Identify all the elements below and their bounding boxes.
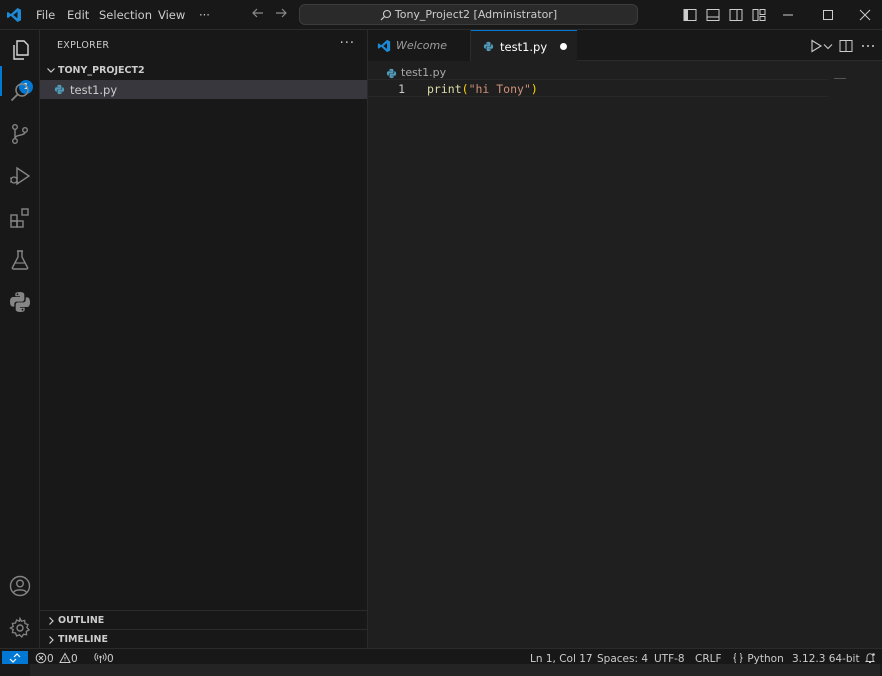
file-item-test1-py[interactable]: test1.py	[40, 80, 367, 99]
outline-label: OUTLINE	[58, 615, 105, 626]
tab-welcome[interactable]: Welcome	[368, 30, 471, 61]
search-icon	[380, 9, 391, 21]
code-line[interactable]: 1 print("hi Tony")	[368, 79, 828, 97]
file-label: test1.py	[70, 83, 118, 97]
toggle-panel-icon[interactable]	[705, 7, 721, 23]
chevron-down-icon[interactable]	[820, 38, 836, 54]
python-file-icon	[386, 68, 397, 79]
testing-button[interactable]	[6, 246, 34, 274]
chevron-right-icon	[49, 617, 54, 625]
gear-icon	[9, 616, 31, 639]
remote-indicator[interactable]	[2, 651, 28, 665]
explorer-sidebar: EXPLORER ··· TONY_PROJECT2 test1.py OUTL…	[40, 30, 368, 648]
error-icon	[35, 652, 47, 664]
chevron-right-icon	[49, 636, 54, 644]
beaker-icon	[11, 250, 29, 270]
code-text[interactable]: print("hi Tony")	[427, 80, 538, 98]
more-actions-icon[interactable]	[860, 38, 876, 54]
source-control-button[interactable]	[6, 120, 34, 148]
menu-selection[interactable]: Selection	[99, 0, 152, 30]
search-icon	[10, 83, 29, 102]
python-file-icon	[483, 41, 494, 52]
token-string: "hi Tony"	[468, 82, 531, 96]
menu-edit[interactable]: Edit	[67, 0, 89, 30]
back-arrow-icon[interactable]	[250, 6, 266, 24]
title-bar: File Edit Selection View ··· Tony_Projec…	[0, 0, 882, 30]
extensions-icon	[10, 208, 29, 228]
customize-layout-icon[interactable]	[751, 7, 767, 23]
command-center-label: Tony_Project2 [Administrator]	[394, 8, 558, 21]
editor-area: Welcome test1.py test1.py 1 print("hi To…	[368, 30, 882, 648]
explorer-more-actions-button[interactable]: ···	[340, 36, 355, 51]
tab-test1-py[interactable]: test1.py	[471, 30, 577, 62]
extensions-button[interactable]	[6, 204, 34, 232]
bottom-edge	[0, 664, 882, 676]
line-number: 1	[398, 82, 405, 96]
maximize-icon[interactable]	[820, 7, 836, 23]
remote-icon	[9, 653, 21, 663]
timeline-section[interactable]: TIMELINE	[40, 629, 367, 648]
outline-section[interactable]: OUTLINE	[40, 610, 367, 629]
run-and-debug-button[interactable]	[6, 162, 34, 190]
python-file-icon	[54, 84, 65, 95]
token-paren-open: (	[461, 82, 469, 96]
timeline-label: TIMELINE	[58, 634, 108, 645]
command-center-content: Tony_Project2 [Administrator]	[300, 5, 637, 24]
broadcast-icon	[94, 652, 107, 663]
tab-label: test1.py	[500, 40, 548, 54]
bell-icon	[864, 653, 876, 663]
vscode-logo-icon	[7, 8, 21, 22]
unsaved-dot-icon[interactable]	[560, 43, 567, 50]
menu-file[interactable]: File	[36, 0, 55, 30]
braces-icon	[733, 653, 743, 663]
explorer-button[interactable]	[6, 36, 34, 64]
toggle-primary-sidebar-icon[interactable]	[682, 7, 698, 23]
menu-more-button[interactable]: ···	[199, 0, 210, 30]
python-icon	[10, 292, 30, 312]
account-icon	[9, 575, 31, 597]
minimize-icon[interactable]	[780, 7, 796, 23]
tab-bar: Welcome test1.py	[368, 30, 882, 62]
source-control-icon	[11, 124, 28, 145]
folder-tony-project2[interactable]: TONY_PROJECT2	[40, 62, 367, 80]
files-icon	[13, 40, 29, 60]
folder-label: TONY_PROJECT2	[58, 65, 145, 76]
breadcrumb-file: test1.py	[401, 66, 447, 79]
vscode-logo-icon	[377, 39, 391, 53]
menu-view[interactable]: View	[158, 0, 185, 30]
chevron-down-icon	[47, 68, 55, 73]
command-center-search[interactable]: Tony_Project2 [Administrator]	[299, 4, 638, 25]
close-window-icon[interactable]	[857, 7, 873, 23]
forward-arrow-icon[interactable]	[273, 6, 289, 24]
accounts-button[interactable]	[6, 572, 34, 600]
active-indicator	[0, 66, 2, 96]
toggle-secondary-sidebar-icon[interactable]	[728, 7, 744, 23]
activity-bar: 1	[0, 30, 40, 648]
token-function: print	[427, 82, 462, 96]
split-editor-icon[interactable]	[838, 38, 854, 54]
tab-label: Welcome	[396, 39, 447, 52]
search-button[interactable]	[6, 78, 34, 106]
manage-button[interactable]	[6, 614, 34, 642]
warning-icon	[59, 652, 71, 663]
bottom-edge-fill	[30, 664, 880, 676]
sidebar-title: EXPLORER	[57, 40, 110, 51]
token-paren-close: )	[530, 82, 538, 96]
minimap[interactable]	[834, 78, 846, 79]
python-button[interactable]	[6, 288, 34, 316]
run-debug-icon	[10, 166, 31, 186]
